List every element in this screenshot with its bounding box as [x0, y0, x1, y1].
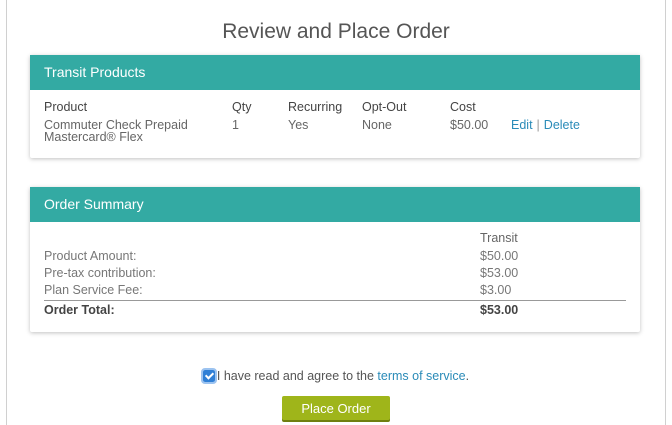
col-qty: Qty [232, 100, 252, 114]
product-cost: $50.00 [450, 118, 489, 132]
summary-label: Pre-tax contribution: [44, 266, 156, 280]
transit-products-header: Transit Products [30, 55, 640, 90]
agreement-suffix: . [465, 369, 470, 383]
order-total-value: $53.00 [480, 303, 519, 317]
summary-divider [44, 300, 626, 301]
product-opt-out: None [362, 118, 392, 132]
terms-of-service-link[interactable]: terms of service [377, 369, 465, 383]
col-product: Product [44, 100, 88, 114]
summary-label: Plan Service Fee: [44, 283, 143, 297]
product-actions: Edit | Delete [511, 118, 580, 132]
summary-row: Pre-tax contribution: $53.00 [44, 266, 626, 284]
product-qty: 1 [232, 118, 239, 132]
summary-column-row: Transit [44, 231, 626, 249]
col-opt-out: Opt-Out [362, 100, 407, 114]
summary-value: $3.00 [480, 283, 512, 297]
order-total-row: Order Total: $53.00 [44, 303, 626, 321]
page-title: Review and Place Order [222, 20, 450, 43]
summary-row: Product Amount: $50.00 [44, 249, 626, 267]
summary-row: Plan Service Fee: $3.00 [44, 283, 626, 301]
col-cost: Cost [450, 100, 476, 114]
transit-products-panel: Transit Products Product Qty Recurring O… [30, 55, 640, 158]
terms-agreement: I have read and agree to the terms of se… [0, 368, 672, 384]
summary-value: $50.00 [480, 249, 519, 263]
edit-link[interactable]: Edit [511, 118, 533, 132]
product-recurring: Yes [288, 118, 309, 132]
agreement-text: I have read and agree to the [216, 369, 378, 383]
terms-checkbox[interactable] [200, 368, 217, 384]
summary-label: Product Amount: [44, 249, 137, 263]
summary-value: $53.00 [480, 266, 519, 280]
order-total-label: Order Total: [44, 303, 115, 317]
order-summary-header: Order Summary [30, 187, 640, 222]
order-summary-panel: Order Summary Transit Product Amount: $5… [30, 187, 640, 332]
summary-col-transit: Transit [480, 231, 518, 245]
action-separator: | [536, 118, 540, 132]
delete-link[interactable]: Delete [544, 118, 580, 132]
place-order-button[interactable]: Place Order [282, 396, 390, 420]
product-name: Commuter Check Prepaid Mastercard® Flex [44, 118, 188, 144]
col-recurring: Recurring [288, 100, 343, 114]
